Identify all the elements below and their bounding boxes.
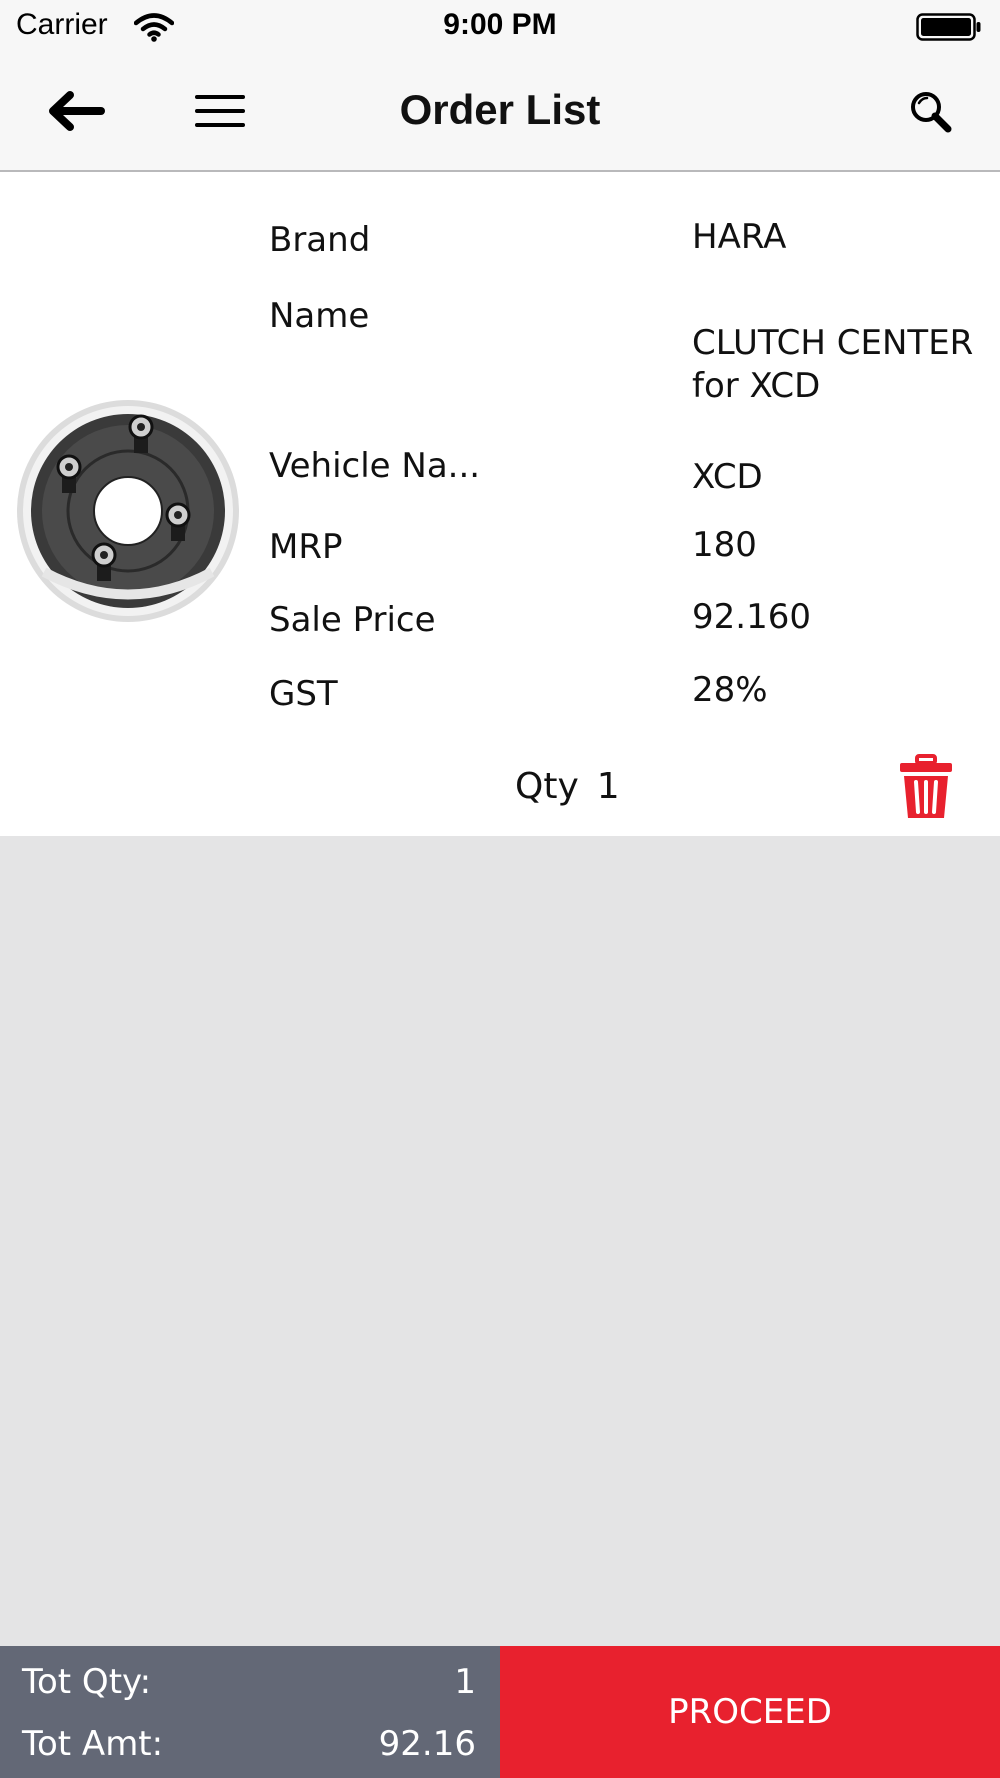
mrp-value: 180 <box>692 525 757 565</box>
navigation-bar: Order List <box>0 56 1000 172</box>
page-title: Order List <box>399 86 601 133</box>
total-amount-value: 92.16 <box>378 1724 476 1764</box>
brand-value: HARA <box>692 217 787 257</box>
name-value: CLUTCH CENTER for XCD <box>692 323 974 406</box>
name-label: Name <box>269 296 370 336</box>
search-button[interactable] <box>900 83 960 139</box>
total-amount-label: Tot Amt: <box>22 1724 164 1764</box>
quantity-display: Qty 1 <box>515 766 620 807</box>
proceed-button[interactable]: PROCEED <box>500 1646 1000 1778</box>
sale-price-value: 92.160 <box>692 597 811 637</box>
status-bar: Carrier 9:00 PM <box>0 0 1000 56</box>
order-item-card[interactable]: Brand HARA Name CLUTCH CENTER for XCD Ve… <box>0 172 1000 836</box>
total-qty-value: 1 <box>454 1662 476 1702</box>
qty-value: 1 <box>596 766 620 807</box>
qty-label: Qty <box>515 766 579 807</box>
total-qty-label: Tot Qty: <box>22 1662 152 1702</box>
battery-icon <box>916 13 981 41</box>
brand-label: Brand <box>269 220 371 260</box>
sale-price-label: Sale Price <box>269 600 436 640</box>
search-icon <box>911 92 952 133</box>
order-summary: Tot Qty: 1 Tot Amt: 92.16 <box>0 1646 500 1778</box>
trash-icon[interactable] <box>898 754 954 820</box>
vehicle-name-label: Vehicle Na... <box>269 446 481 486</box>
status-time: 9:00 PM <box>443 8 557 41</box>
mrp-label: MRP <box>269 527 343 567</box>
vehicle-name-value: XCD <box>692 457 763 497</box>
clutch-center-part-image <box>17 400 239 622</box>
gst-label: GST <box>269 674 338 714</box>
gst-value: 28% <box>692 670 768 710</box>
